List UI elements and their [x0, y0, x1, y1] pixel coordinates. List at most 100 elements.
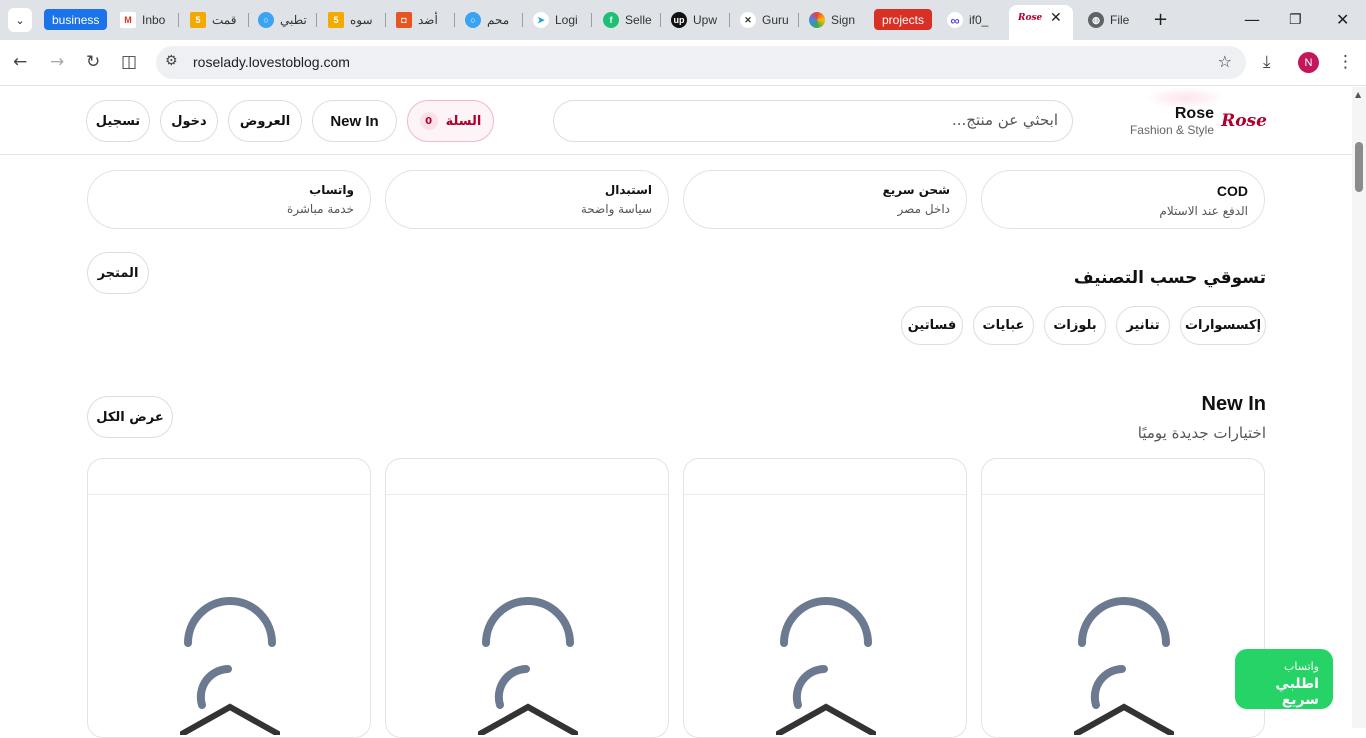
fiverr-icon: f — [603, 12, 619, 28]
tab-file[interactable]: ◍ File — [1088, 8, 1143, 32]
page-scrollbar[interactable]: ▲ — [1352, 87, 1366, 728]
category-dresses[interactable]: فساتين — [901, 306, 963, 345]
offers-nav-button[interactable]: العروض — [228, 100, 302, 142]
orange-icon: ◘ — [396, 12, 412, 28]
address-bar[interactable]: ⚙ roselady.lovestoblog.com ☆ — [156, 46, 1246, 79]
cart-count-badge: 0 — [419, 112, 438, 130]
tab-gmail[interactable]: M Inbo — [120, 8, 168, 32]
site-header: Rose Rose Fashion & Style 0 السلة New In… — [0, 87, 1352, 155]
tab-separator — [522, 13, 523, 27]
feature-subtitle: خدمة مباشرة — [286, 202, 354, 216]
search-input[interactable] — [578, 111, 1058, 129]
product-card-top — [88, 459, 370, 495]
gmail-icon: M — [120, 12, 136, 28]
tab-2[interactable]: 5 قمت — [190, 8, 246, 32]
product-card[interactable] — [683, 458, 967, 738]
split-view-icon[interactable]: ◫ — [121, 52, 137, 72]
tab-13[interactable]: ∞ if0_ — [947, 8, 997, 32]
category-skirts[interactable]: تنانير — [1116, 306, 1170, 345]
scrollbar-thumb[interactable] — [1355, 142, 1363, 192]
close-window-icon[interactable]: ✕ — [1336, 10, 1349, 29]
store-button[interactable]: المتجر — [87, 252, 149, 294]
brand-tagline: Fashion & Style — [1129, 123, 1214, 137]
browser-tab-strip: ⌄ business M Inbo 5 قمت ○ تطبي 5 سوه ◘ أ… — [0, 0, 1366, 40]
url-text[interactable]: roselady.lovestoblog.com — [193, 54, 350, 70]
forward-arrow-icon[interactable]: → — [50, 52, 64, 72]
feature-card-exchange: استبدال سياسة واضحة — [385, 170, 669, 229]
minimize-icon[interactable]: — — [1244, 10, 1260, 29]
cart-button[interactable]: 0 السلة — [407, 100, 494, 142]
tab-separator — [660, 13, 661, 27]
search-box — [553, 100, 1073, 142]
restore-window-icon[interactable]: ❐ — [1289, 12, 1302, 28]
category-accessories[interactable]: إكسسوارات — [1180, 306, 1266, 345]
register-button[interactable]: تسجيل — [86, 100, 150, 142]
tab-active-rose[interactable]: Rose ✕ — [1009, 5, 1073, 40]
hanger-placeholder-icon — [478, 597, 578, 735]
bird-icon: ➤ — [533, 12, 549, 28]
tab-separator — [454, 13, 455, 27]
product-card-top — [386, 459, 668, 495]
product-card[interactable] — [87, 458, 371, 738]
hanger-placeholder-icon — [1074, 597, 1174, 735]
categories-title: تسوقي حسب التصنيف — [1073, 268, 1266, 288]
hanger-placeholder-icon — [180, 597, 280, 735]
tab-9[interactable]: up Upw — [671, 8, 721, 32]
whatsapp-float-button[interactable]: واتساب اطلبي سريع — [1235, 649, 1333, 709]
tab-separator — [316, 13, 317, 27]
view-all-button[interactable]: عرض الكل — [87, 396, 173, 438]
login-button[interactable]: دخول — [160, 100, 218, 142]
product-card[interactable] — [385, 458, 669, 738]
new-in-nav-button[interactable]: New In — [312, 100, 397, 142]
tab-8[interactable]: f Selle — [603, 8, 653, 32]
rose-favicon: Rose — [1018, 13, 1043, 23]
reload-icon[interactable]: ↻ — [86, 52, 100, 72]
close-tab-icon[interactable]: ✕ — [1050, 10, 1062, 26]
tab-separator — [729, 13, 730, 27]
back-arrow-icon[interactable]: ← — [13, 52, 27, 72]
profile-avatar[interactable]: N — [1298, 52, 1319, 73]
tab-group-business[interactable]: business — [44, 9, 108, 30]
whatsapp-cta: اطلبي سريع — [1275, 676, 1319, 708]
tab-7[interactable]: ➤ Logi — [533, 8, 581, 32]
feature-title: واتساب — [309, 183, 354, 197]
feature-title: COD — [1216, 183, 1248, 199]
new-tab-plus-icon[interactable]: + — [1153, 9, 1168, 30]
category-blouses[interactable]: بلوزات — [1044, 306, 1106, 345]
feature-subtitle: الدفع عند الاستلام — [1159, 204, 1248, 218]
feature-card-cod: COD الدفع عند الاستلام — [981, 170, 1265, 229]
feature-title: استبدال — [604, 183, 652, 197]
cart-label: السلة — [445, 113, 482, 129]
tab-10[interactable]: ✕ Guru — [740, 8, 790, 32]
scroll-up-arrow-icon[interactable]: ▲ — [1355, 90, 1361, 99]
handshake-icon: ✕ — [740, 12, 756, 28]
product-card[interactable] — [981, 458, 1265, 738]
bookmark-star-icon[interactable]: ☆ — [1218, 52, 1232, 71]
tab-group-projects[interactable]: projects — [874, 9, 933, 30]
more-menu-icon[interactable]: ⋮ — [1337, 52, 1354, 72]
blue-ring-icon: ○ — [258, 12, 274, 28]
tab-11[interactable]: Sign — [809, 8, 859, 32]
whatsapp-label: واتساب — [1284, 660, 1319, 673]
tab-separator — [385, 13, 386, 27]
five-icon: 5 — [328, 12, 344, 28]
tab-6[interactable]: ○ محم — [465, 8, 515, 32]
tab-separator — [798, 13, 799, 27]
tab-4[interactable]: 5 سوه — [328, 8, 378, 32]
feature-card-shipping: شحن سريع داخل مصر — [683, 170, 967, 229]
brand-name: Rose — [1174, 105, 1214, 122]
browser-toolbar: ← → ↻ ◫ ⚙ roselady.lovestoblog.com ☆ ⤓ N… — [0, 40, 1366, 86]
tab-search-chevron-icon[interactable]: ⌄ — [8, 8, 32, 32]
blue-ring-icon: ○ — [465, 12, 481, 28]
new-in-title: New In — [1201, 393, 1266, 415]
five-icon: 5 — [190, 12, 206, 28]
product-card-top — [982, 459, 1264, 495]
tab-3[interactable]: ○ تطبي — [258, 8, 308, 32]
category-abayas[interactable]: عبايات — [973, 306, 1034, 345]
download-icon[interactable]: ⤓ — [1263, 52, 1271, 72]
color-ring-icon — [809, 12, 825, 28]
site-settings-icon[interactable]: ⚙ — [165, 53, 178, 69]
tab-5[interactable]: ◘ أضد — [396, 8, 446, 32]
site-logo[interactable]: Rose — [1221, 105, 1267, 137]
feature-subtitle: سياسة واضحة — [580, 202, 652, 216]
